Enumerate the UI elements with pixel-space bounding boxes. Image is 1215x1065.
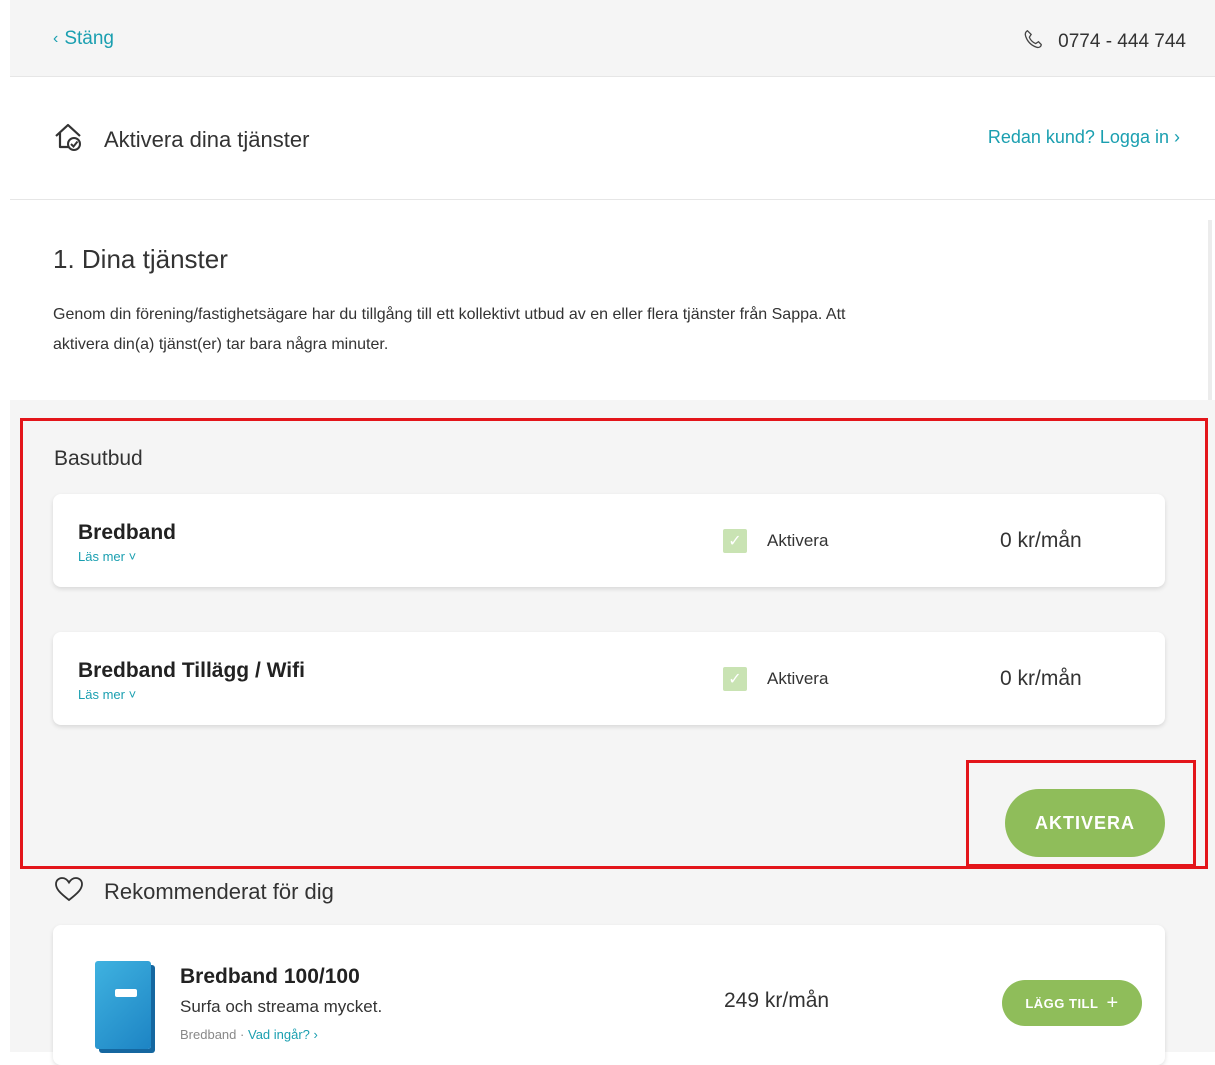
recommended-title: Rekommenderat för dig: [104, 879, 334, 904]
scrollbar[interactable]: [1208, 220, 1212, 400]
service-name: Bredband: [78, 521, 177, 544]
add-product-button[interactable]: LÄGG TILL +: [1002, 980, 1142, 1026]
close-link[interactable]: ‹ Stäng: [53, 28, 114, 50]
product-category: Bredband: [180, 1027, 237, 1042]
chevron-right-icon: ›: [1174, 127, 1180, 147]
chevron-left-icon: ‹: [53, 30, 59, 47]
phone-icon: [1022, 28, 1044, 56]
check-icon: ✓: [728, 533, 742, 550]
read-more-label: Läs mer: [78, 687, 125, 702]
chevron-down-icon: ˅: [128, 549, 137, 564]
whats-included-link[interactable]: Vad ingår? ›: [248, 1027, 318, 1042]
close-link-label: Stäng: [64, 28, 114, 49]
product-price: 249 kr/mån: [724, 989, 830, 1012]
read-more-link[interactable]: Läs mer ˅: [78, 687, 136, 702]
login-link-label: Redan kund? Logga in: [987, 127, 1169, 147]
read-more-label: Läs mer: [78, 549, 125, 564]
login-link[interactable]: Redan kund? Logga in ›: [988, 127, 1180, 148]
service-card-bredband: Bredband Läs mer ˅ ✓ Aktivera 0 kr/mån: [53, 494, 1165, 587]
activate-button[interactable]: AKTIVERA: [1005, 789, 1165, 857]
service-card-bredband-tillagg: Bredband Tillägg / Wifi Läs mer ˅ ✓ Akti…: [53, 632, 1165, 725]
service-price: 0 kr/mån: [1000, 667, 1082, 690]
plus-icon: +: [1106, 991, 1119, 1014]
product-box-image: [95, 961, 151, 1049]
phone-contact[interactable]: 0774 - 444 744: [1022, 28, 1186, 56]
basutbud-label: Basutbud: [54, 447, 143, 470]
chevron-down-icon: ˅: [128, 687, 137, 702]
services-intro: 1. Dina tjänster Genom din förening/fast…: [10, 200, 1212, 400]
activate-checkbox-label: Aktivera: [767, 531, 829, 550]
service-name: Bredband Tillägg / Wifi: [78, 659, 305, 682]
page-title: Aktivera dina tjänster: [52, 121, 309, 159]
activate-checkbox-label: Aktivera: [767, 669, 829, 688]
add-button-label: LÄGG TILL: [1025, 995, 1099, 1011]
check-icon: ✓: [728, 671, 742, 688]
product-meta: Bredband · Vad ingår? ›: [180, 1027, 318, 1042]
phone-number: 0774 - 444 744: [1058, 31, 1186, 52]
page-title-text: Aktivera dina tjänster: [104, 127, 310, 152]
services-heading: 1. Dina tjänster: [53, 244, 228, 274]
heart-icon: [54, 876, 84, 908]
product-card-bredband-100: Bredband 100/100 Surfa och streama mycke…: [53, 925, 1165, 1065]
service-price: 0 kr/mån: [1000, 529, 1082, 552]
chevron-right-icon: ›: [313, 1027, 318, 1042]
home-check-icon: [52, 121, 84, 159]
page-header: Aktivera dina tjänster Redan kund? Logga…: [10, 77, 1215, 200]
product-logo: [115, 989, 137, 997]
top-bar: ‹ Stäng 0774 - 444 744: [10, 0, 1215, 77]
services-description: Genom din förening/fastighetsägare har d…: [53, 306, 846, 353]
activate-checkbox[interactable]: ✓: [723, 667, 747, 691]
product-description: Surfa och streama mycket.: [180, 997, 383, 1016]
activate-checkbox[interactable]: ✓: [723, 529, 747, 553]
product-name: Bredband 100/100: [180, 965, 360, 988]
read-more-link[interactable]: Läs mer ˅: [78, 549, 136, 564]
recommended-heading: Rekommenderat för dig: [54, 876, 334, 908]
whats-included-label: Vad ingår?: [247, 1027, 310, 1042]
meta-separator: ·: [240, 1027, 245, 1042]
